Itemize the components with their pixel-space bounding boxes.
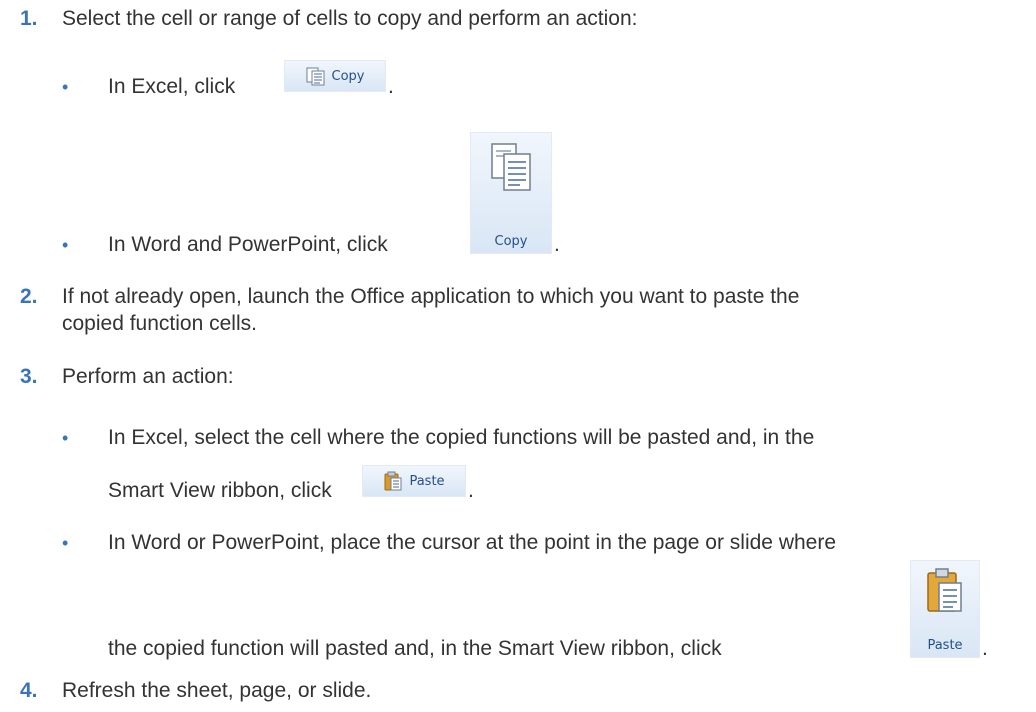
paste-icon: [383, 471, 403, 491]
copy-icon: [306, 66, 326, 86]
copy-button-small[interactable]: Copy: [284, 60, 386, 92]
paste-button-small[interactable]: Paste: [362, 465, 466, 497]
step-3-bullet-1-line-1: In Excel, select the cell where the copi…: [108, 426, 815, 449]
step-2-number: 2.: [20, 285, 38, 308]
step-2-text-line-2: copied function cells.: [62, 312, 257, 335]
period: .: [554, 233, 560, 256]
period: .: [982, 637, 988, 660]
period: .: [468, 479, 474, 502]
step-1-bullet-1-text: In Excel, click: [108, 75, 236, 98]
step-4-text: Refresh the sheet, page, or slide.: [62, 679, 372, 702]
copy-button-large[interactable]: Copy: [470, 132, 552, 254]
paste-button-label: Paste: [927, 638, 963, 653]
step-3-bullet-2-line-1: In Word or PowerPoint, place the cursor …: [108, 531, 837, 554]
paste-button-label: Paste: [409, 473, 445, 489]
bullet: •: [62, 77, 69, 97]
step-4-number: 4.: [20, 679, 38, 702]
step-2-text-line-1: If not already open, launch the Office a…: [62, 285, 800, 308]
bullet: •: [62, 428, 69, 448]
period: .: [388, 75, 394, 98]
step-3-bullet-1-line-2: Smart View ribbon, click: [108, 479, 332, 502]
step-3-number: 3.: [20, 365, 38, 388]
bullet: •: [62, 235, 69, 255]
copy-button-label: Copy: [494, 234, 528, 249]
step-3-text: Perform an action:: [62, 365, 234, 388]
bullet: •: [62, 533, 69, 553]
step-1-number: 1.: [20, 7, 38, 30]
copy-button-label: Copy: [331, 68, 365, 84]
paste-button-large[interactable]: Paste: [910, 560, 980, 658]
step-1-bullet-2-text: In Word and PowerPoint, click: [108, 233, 388, 256]
step-1-text: Select the cell or range of cells to cop…: [62, 7, 638, 30]
step-3-bullet-2-line-2: the copied function will pasted and, in …: [108, 637, 722, 660]
